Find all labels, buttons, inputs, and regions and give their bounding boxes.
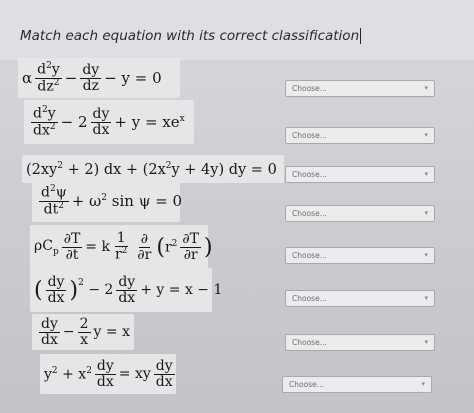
classification-select-6[interactable]: Choose... ▾ [285, 290, 435, 307]
classification-select-8[interactable]: Choose... ▾ [282, 376, 432, 393]
chevron-down-icon: ▾ [424, 131, 428, 139]
question-prompt: Match each equation with its correct cla… [20, 28, 362, 44]
equation-3: (2xy2 + 2) dx + (2x2y + 4y) dy = 0 [22, 155, 284, 183]
question-header: Match each equation with its correct cla… [0, 0, 474, 60]
chevron-down-icon: ▾ [424, 251, 428, 259]
classification-select-7[interactable]: Choose... ▾ [285, 334, 435, 351]
text-cursor [360, 28, 362, 44]
classification-select-3[interactable]: Choose... ▾ [285, 166, 435, 183]
equation-4: d2ψ dt2 + ω2 sin ψ = 0 [32, 180, 182, 222]
screen: Match each equation with its correct cla… [0, 0, 474, 413]
chevron-down-icon: ▾ [424, 294, 428, 302]
classification-select-5[interactable]: Choose... ▾ [285, 247, 435, 264]
equation-2: d2y dx2 − 2 dy dx + y = xex [24, 100, 194, 144]
chevron-down-icon: ▾ [424, 84, 428, 92]
classification-select-2[interactable]: Choose... ▾ [285, 127, 435, 144]
classification-select-4[interactable]: Choose... ▾ [285, 205, 435, 222]
equation-6: ( dy dx ) 2 − 2 dy dx + y = x − 1 [30, 268, 222, 312]
chevron-down-icon: ▾ [424, 209, 428, 217]
equation-8: y2 + x2 dy dx = xy dy dx [40, 354, 176, 394]
chevron-down-icon: ▾ [424, 338, 428, 346]
equation-1: α d2y dz2 − dy dz − y = 0 [18, 58, 180, 98]
chevron-down-icon: ▾ [424, 170, 428, 178]
equation-7: dy dx − 2x y = x [32, 314, 134, 350]
equation-5: ρCp ∂T ∂t = k 1 r2 ∂ ∂r (r2 ∂T ∂r ) [30, 225, 213, 269]
chevron-down-icon: ▾ [421, 380, 425, 388]
classification-select-1[interactable]: Choose... ▾ [285, 80, 435, 97]
